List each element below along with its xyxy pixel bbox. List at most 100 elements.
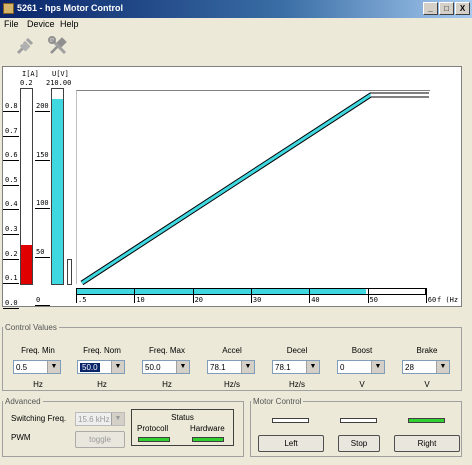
current-scale-label: 0.2 (5, 249, 18, 258)
hardware-label: Hardware (190, 424, 225, 433)
control-select[interactable]: 50.0 ▼ (77, 360, 125, 374)
current-scale-tick (3, 209, 19, 211)
x-tick (76, 288, 77, 303)
control-select[interactable]: 78.1 ▼ (272, 360, 320, 374)
plug-icon[interactable] (15, 36, 35, 56)
x-tick-label: .5 (78, 296, 87, 304)
voltage-scale-tick (35, 159, 50, 161)
right-led (408, 418, 445, 423)
voltage-value: 210.00 (46, 79, 72, 87)
control-unit: Hz (97, 380, 107, 389)
chevron-down-icon: ▼ (306, 361, 319, 373)
voltage-scale-tick (35, 111, 50, 112)
chevron-down-icon: ▼ (371, 361, 384, 373)
chevron-down-icon: ▼ (111, 413, 124, 425)
voltage-scale-label: 0 (36, 296, 41, 304)
x-tick-label: 40 (311, 296, 320, 304)
current-gauge-fill (21, 245, 32, 284)
hardware-led (192, 437, 224, 442)
x-tick-label: 50 (369, 296, 378, 304)
current-value: 0.2 (20, 79, 33, 87)
x-tick-label: 60 (427, 296, 437, 304)
current-scale-tick (3, 307, 19, 309)
current-scale-label: 0.8 (5, 102, 18, 110)
current-scale-tick (3, 135, 19, 137)
x-tick (425, 288, 427, 303)
ramp-chart (80, 92, 429, 286)
control-label: Boost (351, 346, 373, 355)
small-indicator (67, 259, 72, 285)
tools-icon[interactable] (48, 36, 68, 56)
control-select-value: 78.1 (275, 363, 291, 372)
control-select[interactable]: 0.5 ▼ (13, 360, 61, 374)
control-label: Decel (286, 346, 308, 355)
current-scale-label: 0.7 (5, 126, 18, 135)
window-title: 5261 - hps Motor Control (17, 3, 124, 13)
left-button[interactable]: Left (258, 435, 324, 452)
control-select-value: 28 (405, 363, 414, 372)
right-button[interactable]: Right (394, 435, 460, 452)
voltage-gauge-fill (52, 98, 63, 284)
voltage-scale-label: 200 (36, 102, 49, 110)
toggle-button[interactable]: toggle (75, 431, 125, 448)
x-tick (309, 288, 311, 303)
voltage-scale-tick (35, 256, 50, 258)
control-label: Accel (222, 346, 242, 355)
x-tick (367, 288, 369, 303)
close-button[interactable]: X (455, 2, 470, 15)
control-label: Freq. Nom (83, 346, 121, 355)
current-scale-tick (3, 184, 19, 186)
menu-help[interactable]: Help (60, 19, 79, 29)
x-tick-label: 10 (136, 296, 145, 304)
control-unit: V (424, 380, 430, 389)
x-tick (134, 288, 136, 303)
control-select-value: 0 (340, 363, 345, 372)
ramp-line (81, 93, 429, 285)
chevron-down-icon: ▼ (47, 361, 60, 373)
voltage-scale-tick (35, 305, 50, 306)
control-unit: Hz (162, 380, 172, 389)
control-select-value: 78.1 (210, 363, 226, 372)
switching-freq-select[interactable]: 15.6 kHz ▼ (75, 412, 125, 426)
ramp-plot (76, 90, 430, 286)
control-select[interactable]: 50.0 ▼ (142, 360, 190, 374)
voltage-scale-label: 100 (36, 199, 49, 207)
menu-device[interactable]: Device (27, 19, 55, 29)
control-label: Freq. Max (148, 346, 185, 355)
control-select[interactable]: 28 ▼ (402, 360, 450, 374)
menu-file[interactable]: File (4, 19, 19, 29)
protocoll-led (138, 437, 170, 442)
maximize-button[interactable]: □ (439, 2, 454, 15)
chevron-down-icon: ▼ (241, 361, 254, 373)
frequency-bar-fill (77, 289, 366, 294)
motor-control-legend: Motor Control (253, 397, 302, 406)
current-scale-tick (3, 160, 19, 162)
ramp-line-outline (80, 92, 429, 286)
voltage-header: U[V] (52, 70, 69, 78)
minimize-button[interactable]: _ (423, 2, 438, 15)
x-tick (192, 288, 194, 303)
chevron-down-icon: ▼ (111, 361, 124, 373)
current-scale-tick (3, 283, 19, 285)
control-select-value: 50.0 (80, 363, 100, 372)
x-tick-label: 20 (194, 296, 204, 304)
current-scale-label: 0.0 (5, 298, 18, 307)
stop-button[interactable]: Stop (338, 435, 380, 452)
current-scale-label: 0.3 (5, 225, 18, 233)
control-select[interactable]: 0 ▼ (337, 360, 385, 374)
control-unit: Hz/s (224, 380, 240, 389)
left-led (272, 418, 309, 423)
menu-bar: File Device Help (0, 18, 472, 32)
current-gauge (20, 88, 33, 285)
control-select-value: 50.0 (145, 363, 161, 372)
current-scale-label: 0.1 (5, 274, 18, 283)
voltage-gauge (51, 88, 64, 285)
control-label: Brake (416, 346, 438, 355)
current-header: I[A] (22, 70, 39, 78)
control-select-value: 0.5 (16, 363, 28, 372)
protocoll-label: Protocoll (137, 424, 169, 433)
current-scale-tick (3, 258, 19, 260)
voltage-scale-label: 50 (36, 247, 45, 256)
control-values-legend: Control Values (5, 323, 57, 332)
control-select[interactable]: 78.1 ▼ (207, 360, 255, 374)
